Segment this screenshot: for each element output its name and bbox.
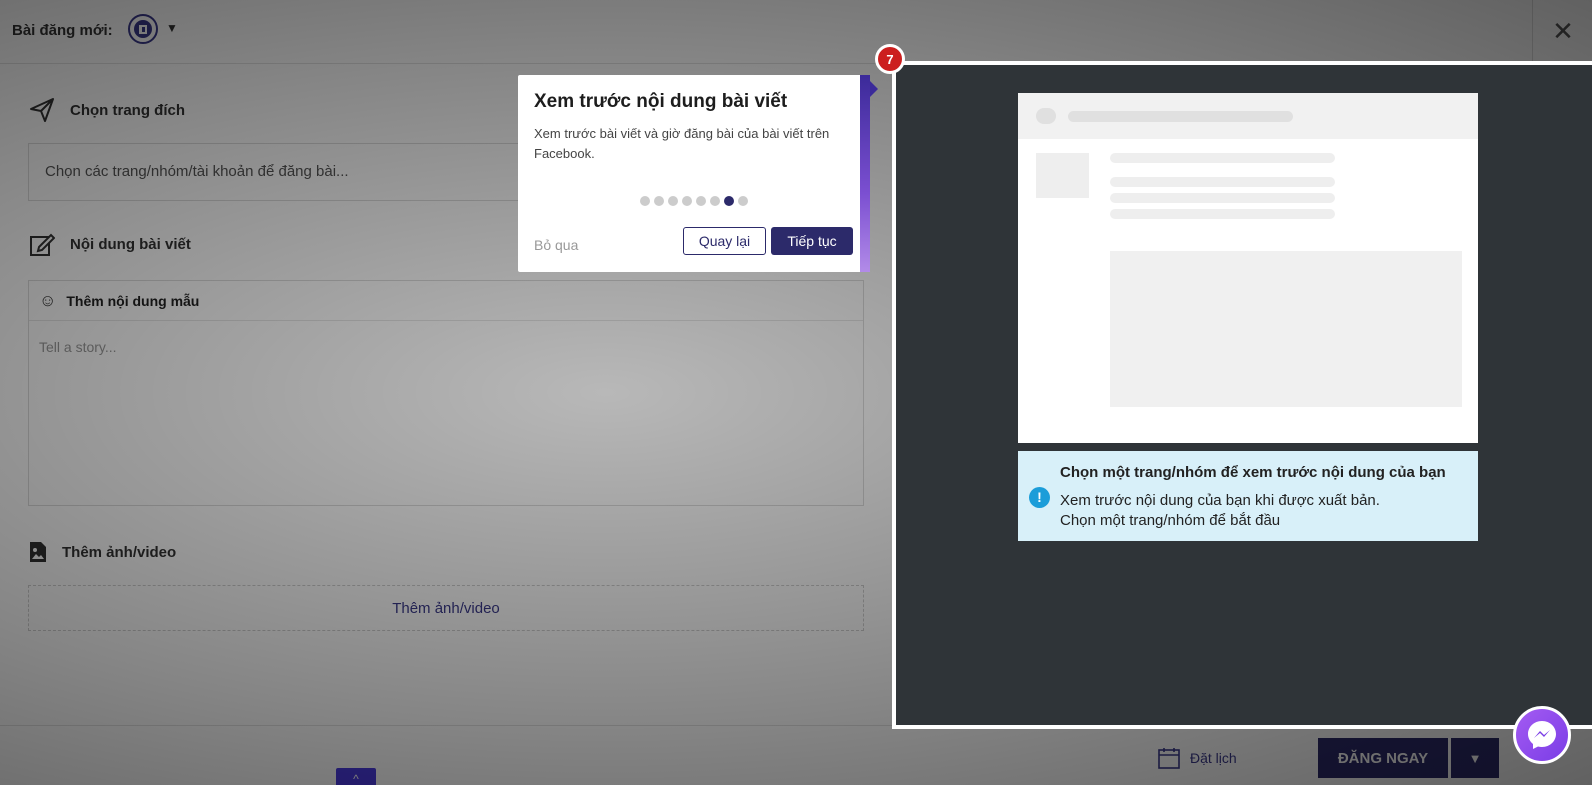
skeleton-line bbox=[1110, 177, 1335, 187]
tour-accent-bar bbox=[860, 75, 870, 272]
tour-progress-dots bbox=[640, 196, 748, 206]
composer-title: Bài đăng mới: bbox=[12, 22, 113, 39]
tour-progress-dot[interactable] bbox=[682, 196, 692, 206]
post-preview-panel: ! Chọn một trang/nhóm để xem trước nội d… bbox=[892, 61, 1592, 729]
edit-icon bbox=[28, 230, 56, 258]
tour-progress-dot[interactable] bbox=[668, 196, 678, 206]
skeleton-media bbox=[1110, 251, 1462, 407]
tour-progress-dot[interactable] bbox=[738, 196, 748, 206]
media-heading-text: Thêm ảnh/video bbox=[62, 543, 177, 561]
top-bar: Bài đăng mới: ▼ ✕ bbox=[0, 0, 1592, 64]
preview-info-box: ! Chọn một trang/nhóm để xem trước nội d… bbox=[1018, 451, 1478, 541]
send-icon bbox=[28, 96, 56, 124]
tour-description: Xem trước bài viết và giờ đăng bài của b… bbox=[534, 126, 830, 161]
post-now-button[interactable]: ĐĂNG NGAY bbox=[1318, 738, 1448, 778]
skeleton-line bbox=[1110, 153, 1335, 163]
tour-progress-dot[interactable] bbox=[696, 196, 706, 206]
close-icon[interactable]: ✕ bbox=[1548, 16, 1578, 46]
skeleton-line bbox=[1110, 193, 1335, 203]
skeleton-header bbox=[1018, 93, 1478, 139]
tour-progress-dot[interactable] bbox=[640, 196, 650, 206]
scroll-up-button[interactable]: ^ bbox=[336, 768, 376, 785]
footer-bar: ^ Đặt lịch ĐĂNG NGAY ▼ bbox=[0, 725, 1592, 785]
skeleton-line bbox=[1110, 209, 1335, 219]
info-line-2: Chọn một trang/nhóm để bắt đầu bbox=[1060, 512, 1281, 529]
tour-step-badge: 7 bbox=[875, 44, 905, 74]
template-label[interactable]: Thêm nội dung mẫu bbox=[66, 293, 199, 309]
smile-icon[interactable]: ☺ bbox=[39, 291, 56, 311]
tour-progress-dot[interactable] bbox=[710, 196, 720, 206]
target-section-heading: Chọn trang đích bbox=[28, 96, 185, 124]
template-toolbar[interactable]: ☺ Thêm nội dung mẫu bbox=[29, 281, 863, 321]
page-avatar-icon[interactable] bbox=[128, 14, 158, 44]
tour-pointer-arrow bbox=[870, 81, 878, 97]
info-line-1: Xem trước nội dung của bạn khi được xuất… bbox=[1060, 492, 1380, 509]
content-section-heading: Nội dung bài viết bbox=[28, 230, 191, 258]
image-icon bbox=[28, 538, 48, 566]
tour-popover: Xem trước nội dung bài viết Xem trước bà… bbox=[518, 75, 878, 272]
messenger-chat-icon[interactable] bbox=[1513, 706, 1571, 764]
calendar-icon bbox=[1158, 748, 1180, 769]
skip-tour-link[interactable]: Bỏ qua bbox=[534, 237, 578, 253]
divider bbox=[1532, 0, 1533, 64]
media-section-heading: Thêm ảnh/video bbox=[28, 538, 176, 566]
story-textarea[interactable]: Tell a story... bbox=[29, 321, 863, 373]
back-button[interactable]: Quay lại bbox=[683, 227, 766, 255]
tour-title: Xem trước nội dung bài viết bbox=[534, 91, 788, 112]
skeleton-thumbnail bbox=[1036, 153, 1089, 198]
tour-progress-dot[interactable] bbox=[724, 196, 734, 206]
post-options-chevron-icon[interactable]: ▼ bbox=[1451, 738, 1499, 778]
content-heading-text: Nội dung bài viết bbox=[70, 235, 191, 253]
content-editor: ☺ Thêm nội dung mẫu Tell a story... bbox=[28, 280, 864, 506]
schedule-label: Đặt lịch bbox=[1190, 750, 1237, 766]
next-button[interactable]: Tiếp tục bbox=[771, 227, 853, 255]
schedule-button[interactable]: Đặt lịch bbox=[1158, 747, 1237, 769]
chevron-down-icon[interactable]: ▼ bbox=[166, 21, 178, 35]
target-heading-text: Chọn trang đích bbox=[70, 101, 185, 119]
info-icon: ! bbox=[1029, 487, 1050, 508]
info-title: Chọn một trang/nhóm để xem trước nội dun… bbox=[1060, 464, 1446, 481]
preview-skeleton-card bbox=[1018, 93, 1478, 443]
tour-progress-dot[interactable] bbox=[654, 196, 664, 206]
add-media-button[interactable]: Thêm ảnh/video bbox=[28, 585, 864, 631]
